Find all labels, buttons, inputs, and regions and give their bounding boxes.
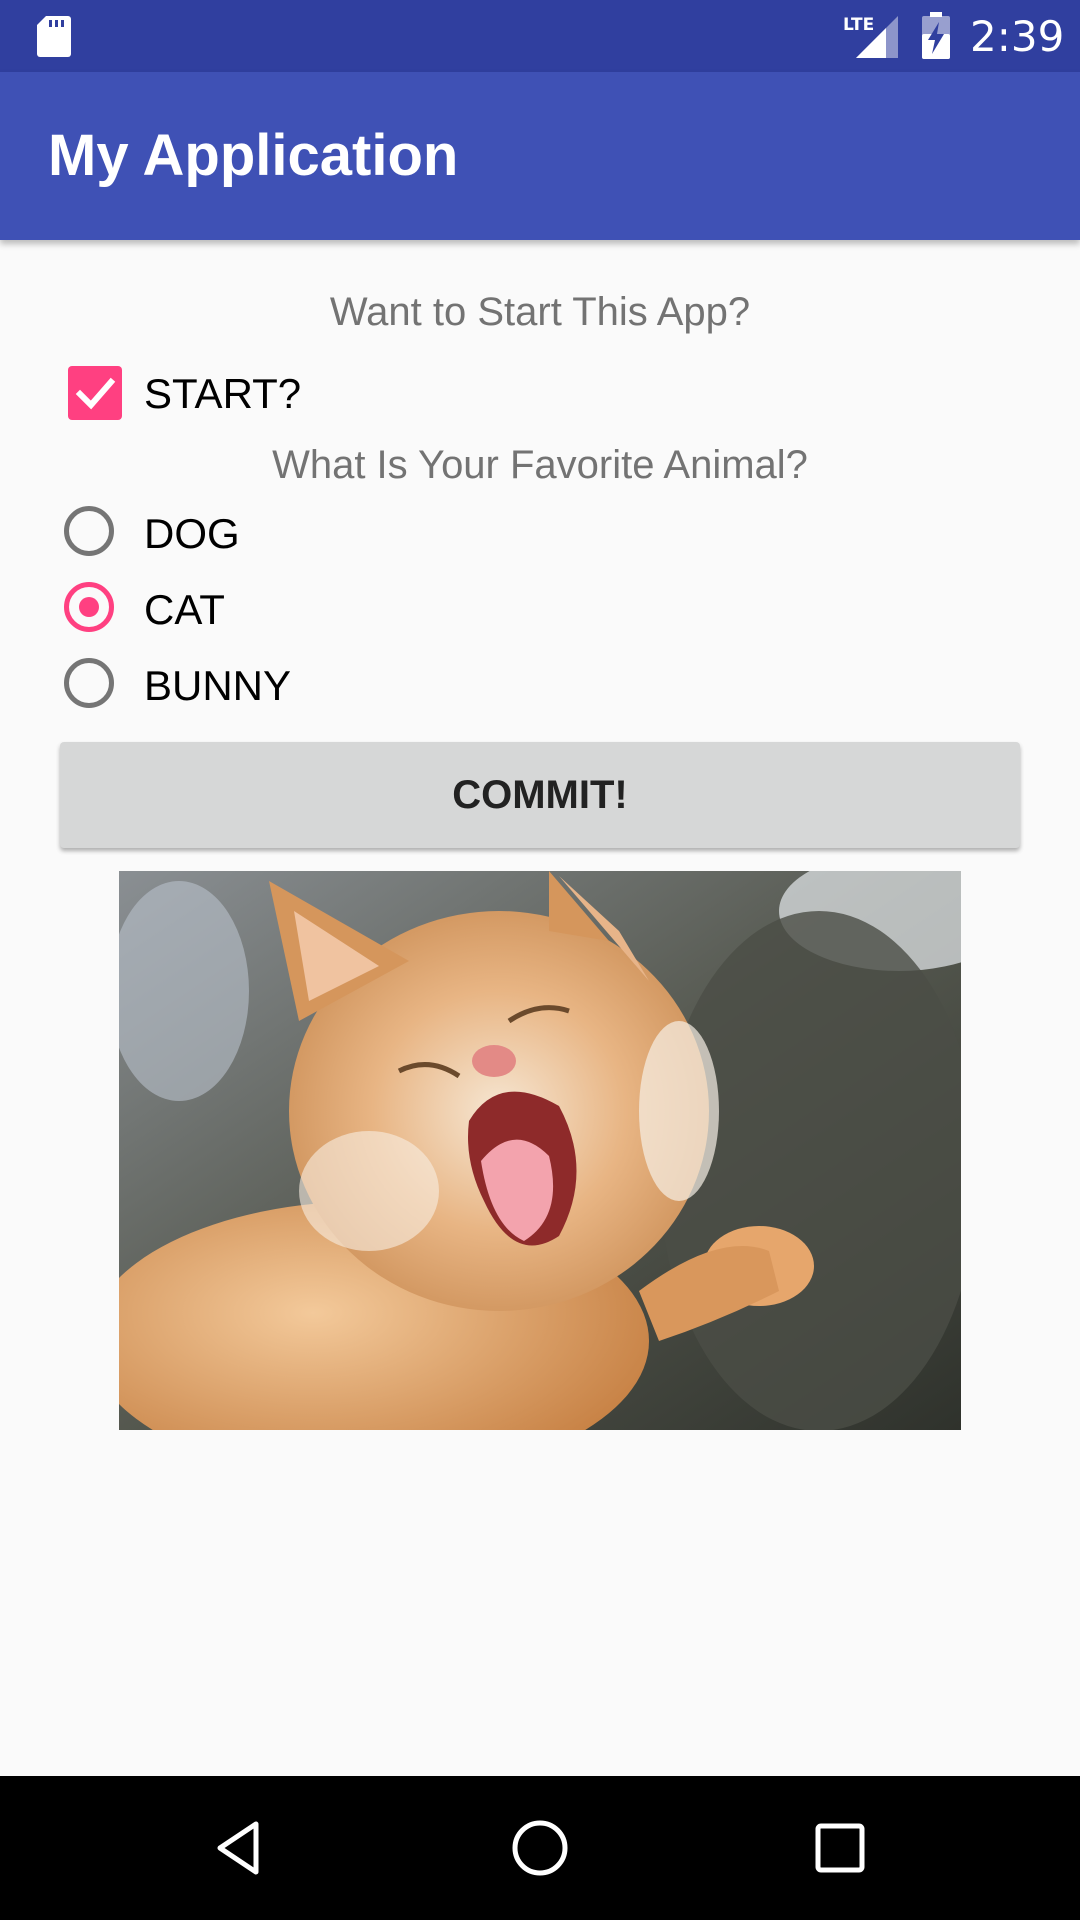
recents-icon[interactable] — [808, 1816, 872, 1880]
radio-unchecked-icon[interactable] — [64, 658, 114, 708]
checkmark-icon — [75, 377, 116, 410]
radio-dot — [79, 597, 99, 617]
app-title: My Application — [48, 123, 459, 188]
checkbox-checked-icon[interactable] — [68, 366, 122, 420]
battery-charging-icon — [922, 12, 950, 59]
radio-dog-label[interactable]: DOG — [144, 510, 240, 558]
radio-unchecked-icon[interactable] — [64, 506, 114, 556]
start-checkbox-label[interactable]: START? — [144, 370, 301, 418]
animal-question: What Is Your Favorite Animal? — [272, 443, 808, 487]
status-time: 2:39 — [970, 12, 1065, 61]
radio-bunny-label[interactable]: BUNNY — [144, 662, 291, 710]
radio-checked-icon[interactable] — [64, 582, 114, 632]
svg-text:LTE: LTE — [843, 15, 874, 35]
radio-cat-label[interactable]: CAT — [144, 586, 225, 634]
navigation-bar — [0, 1776, 1080, 1920]
commit-button[interactable]: COMMIT! — [60, 742, 1020, 848]
cat-photo — [119, 871, 961, 1430]
cat-image — [119, 871, 961, 1430]
start-question: Want to Start This App? — [329, 290, 751, 334]
main-content: Want to Start This App? START? What Is Y… — [0, 240, 1080, 1776]
status-bar: LTE 2:39 — [0, 0, 1080, 72]
lte-signal-icon: LTE — [843, 15, 898, 58]
back-icon[interactable] — [210, 1816, 274, 1880]
sd-card-icon — [37, 16, 71, 57]
app-bar: My Application — [0, 72, 1080, 240]
home-icon[interactable] — [508, 1816, 572, 1880]
